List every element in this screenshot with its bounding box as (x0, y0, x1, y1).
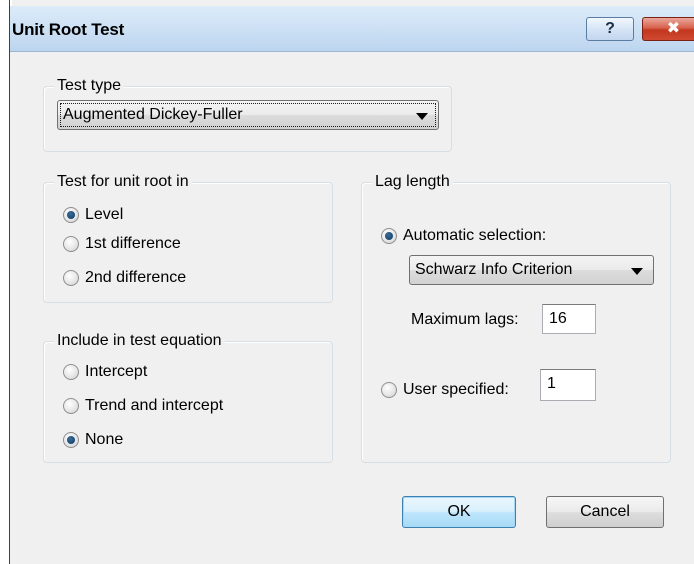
radio-2nd-difference[interactable]: 2nd difference (63, 268, 243, 288)
radio-label: Trend and intercept (85, 397, 224, 414)
radio-intercept[interactable]: Intercept (63, 362, 213, 382)
radio-1st-difference[interactable]: 1st difference (63, 234, 243, 254)
radio-label: Intercept (85, 363, 148, 380)
test-type-legend: Test type (54, 76, 125, 96)
test-type-dropdown[interactable]: Augmented Dickey-Fuller (57, 100, 439, 130)
user-specified-input[interactable]: 1 (540, 369, 596, 401)
lag-length-group: Lag length Automatic selection: Schwarz … (361, 172, 671, 463)
radio-label: 1st difference (85, 235, 181, 252)
dialog-body: Test type Augmented Dickey-Fuller Test f… (10, 52, 694, 564)
radio-label: None (85, 431, 124, 448)
radio-automatic-selection[interactable]: Automatic selection: (381, 226, 601, 246)
radio-button[interactable] (381, 228, 397, 244)
close-button[interactable]: ✖ (642, 17, 694, 41)
close-icon: ✖ (666, 20, 681, 37)
unit-root-in-group: Test for unit root in Level 1st differen… (43, 172, 333, 303)
radio-button[interactable] (63, 236, 79, 252)
radio-button[interactable] (63, 207, 79, 223)
test-type-selected: Augmented Dickey-Fuller (63, 106, 243, 123)
criterion-selected: Schwarz Info Criterion (415, 261, 573, 278)
lag-length-legend: Lag length (372, 172, 453, 192)
radio-label: 2nd difference (85, 269, 187, 286)
radio-button[interactable] (63, 270, 79, 286)
radio-trend-and-intercept[interactable]: Trend and intercept (63, 396, 283, 416)
radio-button[interactable] (63, 432, 79, 448)
unit-root-test-dialog: Unit Root Test ? ✖ Test type Augmented D… (0, 0, 694, 564)
radio-button[interactable] (63, 398, 79, 414)
chevron-down-icon (416, 113, 428, 120)
title-bar[interactable]: Unit Root Test ? ✖ (10, 6, 694, 52)
radio-none[interactable]: None (63, 430, 183, 450)
dialog-title: Unit Root Test (12, 20, 125, 39)
max-lags-input[interactable]: 16 (542, 304, 596, 334)
include-in-equation-legend: Include in test equation (54, 331, 225, 351)
radio-label: User specified: (403, 381, 509, 398)
max-lags-label: Maximum lags: (411, 311, 519, 328)
chevron-down-icon (631, 268, 643, 275)
criterion-dropdown[interactable]: Schwarz Info Criterion (409, 255, 654, 285)
include-in-equation-group: Include in test equation Intercept Trend… (43, 331, 333, 463)
help-icon: ? (605, 20, 615, 37)
radio-button[interactable] (63, 364, 79, 380)
ok-button[interactable]: OK (402, 496, 516, 528)
test-type-group: Test type Augmented Dickey-Fuller (43, 76, 452, 152)
cancel-button[interactable]: Cancel (546, 496, 664, 528)
radio-level[interactable]: Level (63, 205, 213, 225)
radio-label: Automatic selection: (403, 227, 547, 244)
radio-label: Level (85, 206, 124, 223)
radio-user-specified[interactable]: User specified: (381, 380, 541, 400)
help-button[interactable]: ? (586, 17, 634, 41)
radio-button[interactable] (381, 382, 397, 398)
unit-root-in-legend: Test for unit root in (54, 172, 192, 192)
